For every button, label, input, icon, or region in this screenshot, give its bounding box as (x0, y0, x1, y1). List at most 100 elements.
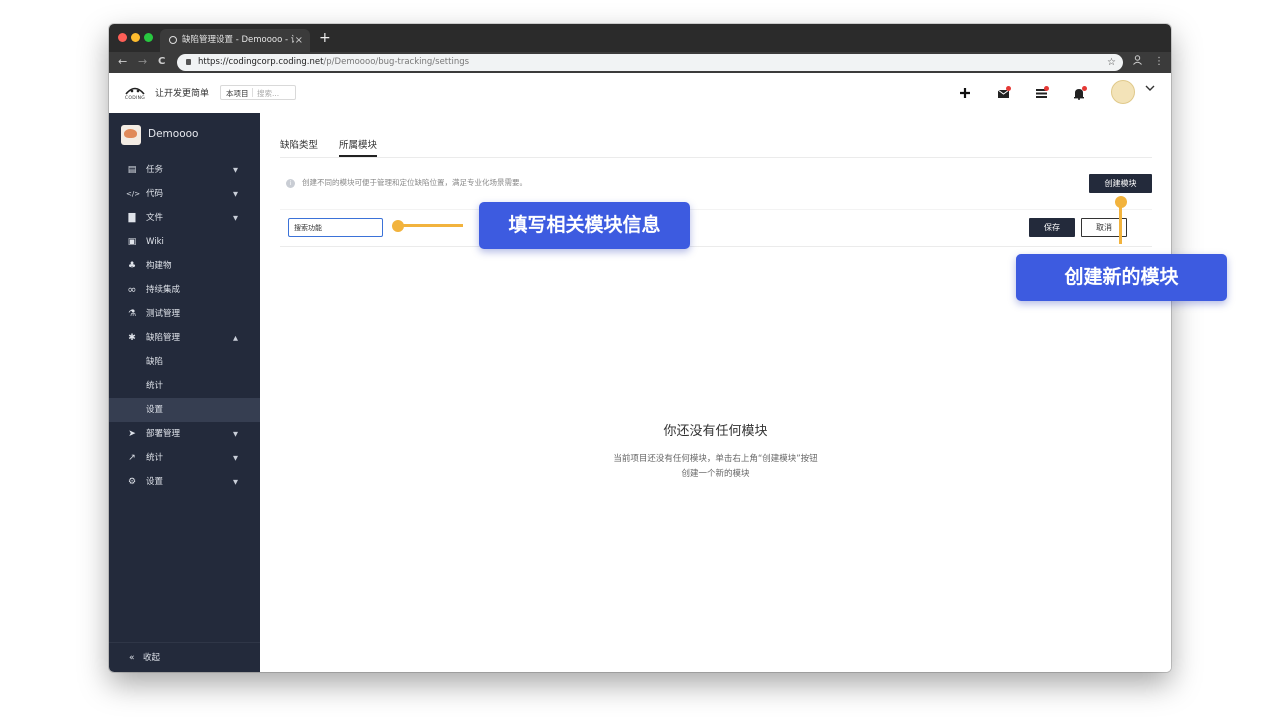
chevron-down-icon: ▼ (233, 190, 238, 198)
sidebar-subitem-bugs[interactable]: 缺陷 (109, 350, 260, 374)
create-module-button[interactable]: 创建模块 (1089, 174, 1152, 193)
coding-logo[interactable]: CODING (121, 82, 149, 104)
collapse-label: 收起 (143, 653, 161, 663)
save-button[interactable]: 保存 (1029, 218, 1075, 237)
module-form-row: 保存 取消 (280, 209, 1152, 247)
callout-fill-module-info: 填写相关模块信息 (479, 202, 690, 249)
sidebar-subitem-label: 统计 (146, 381, 164, 391)
logo-icon (125, 87, 145, 95)
sidebar-item-stats[interactable]: ↗ 统计 ▼ (109, 446, 260, 470)
module-name-input[interactable] (288, 218, 383, 237)
rocket-icon: ➤ (128, 429, 136, 439)
search-placeholder[interactable]: 搜索... (257, 86, 279, 101)
sidebar-item-label: 统计 (146, 453, 164, 463)
sidebar-item-code[interactable]: </> 代码 ▼ (109, 182, 260, 206)
top-header: CODING 让开发更简单 本项目 搜索... (109, 73, 1171, 114)
browser-titlebar: 缺陷管理设置 - Demoooo - 让开发更简单 × + (109, 24, 1171, 52)
sidebar-item-tasks[interactable]: ▤ 任务 ▼ (109, 158, 260, 182)
chevron-up-icon: ▲ (233, 334, 238, 342)
new-tab-button[interactable]: + (319, 30, 331, 46)
minimize-window-button[interactable] (131, 33, 140, 42)
project-avatar (121, 125, 141, 145)
sidebar-item-ci[interactable]: ∞ 持续集成 (109, 278, 260, 302)
reload-icon[interactable]: C (158, 55, 165, 69)
chevron-down-icon: ▼ (233, 166, 238, 174)
annotation-connector-line (398, 224, 463, 227)
sidebar-item-testing[interactable]: ⚗ 测试管理 (109, 302, 260, 326)
callout-create-new-module: 创建新的模块 (1016, 254, 1227, 301)
browser-tab[interactable]: 缺陷管理设置 - Demoooo - 让开发更简单 × (160, 29, 310, 52)
bookmark-star-icon[interactable]: ☆ (1107, 54, 1116, 71)
project-switcher[interactable]: Demoooo (109, 113, 260, 157)
sidebar-item-label: 持续集成 (146, 285, 181, 295)
lock-icon (186, 59, 191, 65)
mail-icon[interactable] (995, 84, 1011, 102)
sidebar-item-bugs[interactable]: ✱ 缺陷管理 ▲ (109, 326, 260, 350)
empty-state-description-2: 创建一个新的模块 (681, 469, 750, 479)
browser-menu-icon[interactable]: ⋮ (1154, 55, 1164, 69)
collapse-sidebar-button[interactable]: « 收起 (109, 642, 260, 672)
favicon-icon (169, 36, 177, 44)
chart-icon: ↗ (128, 453, 136, 463)
sidebar-item-label: 构建物 (146, 261, 172, 271)
browser-navbar: ← → C https://codingcorp.coding.net/p/De… (109, 52, 1171, 73)
sidebar-item-label: 部署管理 (146, 429, 181, 439)
sidebar-subitem-stats[interactable]: 统计 (109, 374, 260, 398)
sidebar-item-label: 缺陷管理 (146, 333, 181, 343)
annotation-connector-line (1119, 204, 1122, 244)
task-icon: ▤ (127, 165, 137, 175)
chevron-down-icon: ▼ (233, 430, 238, 438)
sidebar-item-artifacts[interactable]: ♣ 构建物 (109, 254, 260, 278)
bell-notification-dot (1082, 86, 1087, 91)
empty-state-description: 当前项目还没有任何模块，单击右上角“创建模块”按钮 (613, 454, 818, 464)
todo-notification-dot (1044, 86, 1049, 91)
tab-close-icon[interactable]: × (295, 29, 303, 52)
main-content: 缺陷类型 所属模块 i 创建不同的模块可便于管理和定位缺陷位置，满足专业化场景需… (260, 113, 1171, 672)
info-text: 创建不同的模块可便于管理和定位缺陷位置，满足专业化场景需要。 (302, 178, 527, 187)
search-scope-label[interactable]: 本项目 (226, 86, 249, 101)
slogan: 让开发更简单 (155, 89, 210, 99)
tab-modules[interactable]: 所属模块 (339, 137, 378, 157)
chevron-down-icon: ▼ (233, 478, 238, 486)
sidebar-subitem-label: 缺陷 (146, 357, 164, 367)
plus-icon[interactable] (957, 84, 973, 102)
sidebar-subitem-settings[interactable]: 设置 (109, 398, 260, 422)
profile-icon[interactable] (1133, 55, 1142, 70)
sidebar-subitem-label: 设置 (146, 405, 164, 415)
sidebar-item-wiki[interactable]: ▣ Wiki (109, 230, 260, 254)
sidebar-item-deploy[interactable]: ➤ 部署管理 ▼ (109, 422, 260, 446)
sidebar-item-label: 测试管理 (146, 309, 181, 319)
sidebar-item-files[interactable]: ▇ 文件 ▼ (109, 206, 260, 230)
info-icon: i (286, 179, 295, 188)
maximize-window-button[interactable] (144, 33, 153, 42)
code-icon: </> (126, 190, 141, 198)
bug-icon: ✱ (128, 333, 136, 343)
todo-icon[interactable] (1033, 84, 1049, 102)
user-avatar[interactable] (1111, 80, 1135, 104)
wiki-icon: ▣ (127, 237, 137, 247)
logo-text: CODING (124, 96, 146, 101)
tab-title: 缺陷管理设置 - Demoooo - 让开发更简单 (182, 35, 294, 45)
artifact-icon: ♣ (127, 261, 137, 271)
close-window-button[interactable] (118, 33, 127, 42)
project-name: Demoooo (148, 128, 199, 140)
app: CODING 让开发更简单 本项目 搜索... Demoooo ▤ 任务 ▼ <… (109, 73, 1171, 672)
flask-icon: ⚗ (127, 309, 137, 319)
chevron-down-icon: ▼ (233, 214, 238, 222)
url-text: https://codingcorp.coding.net/p/Demoooo/… (198, 57, 470, 67)
settings-tabs: 缺陷类型 所属模块 (280, 113, 1152, 158)
gear-icon: ⚙ (127, 477, 137, 487)
sidebar: Demoooo ▤ 任务 ▼ </> 代码 ▼ ▇ 文件 ▼ ▣ Wiki ♣ … (109, 113, 260, 672)
address-bar[interactable]: https://codingcorp.coding.net/p/Demoooo/… (177, 54, 1123, 71)
chevron-down-icon: ▼ (233, 454, 238, 462)
browser-window: 缺陷管理设置 - Demoooo - 让开发更简单 × + ← → C http… (109, 24, 1171, 672)
bell-icon[interactable] (1071, 84, 1087, 102)
sidebar-item-settings[interactable]: ⚙ 设置 ▼ (109, 470, 260, 494)
tab-bug-types[interactable]: 缺陷类型 (280, 137, 318, 151)
double-chevron-left-icon: « (129, 653, 135, 663)
back-icon[interactable]: ← (118, 55, 127, 69)
search-box[interactable]: 本项目 搜索... (220, 85, 296, 100)
search-divider (252, 88, 253, 97)
chevron-down-icon[interactable] (1145, 84, 1155, 95)
forward-icon[interactable]: → (138, 55, 147, 69)
